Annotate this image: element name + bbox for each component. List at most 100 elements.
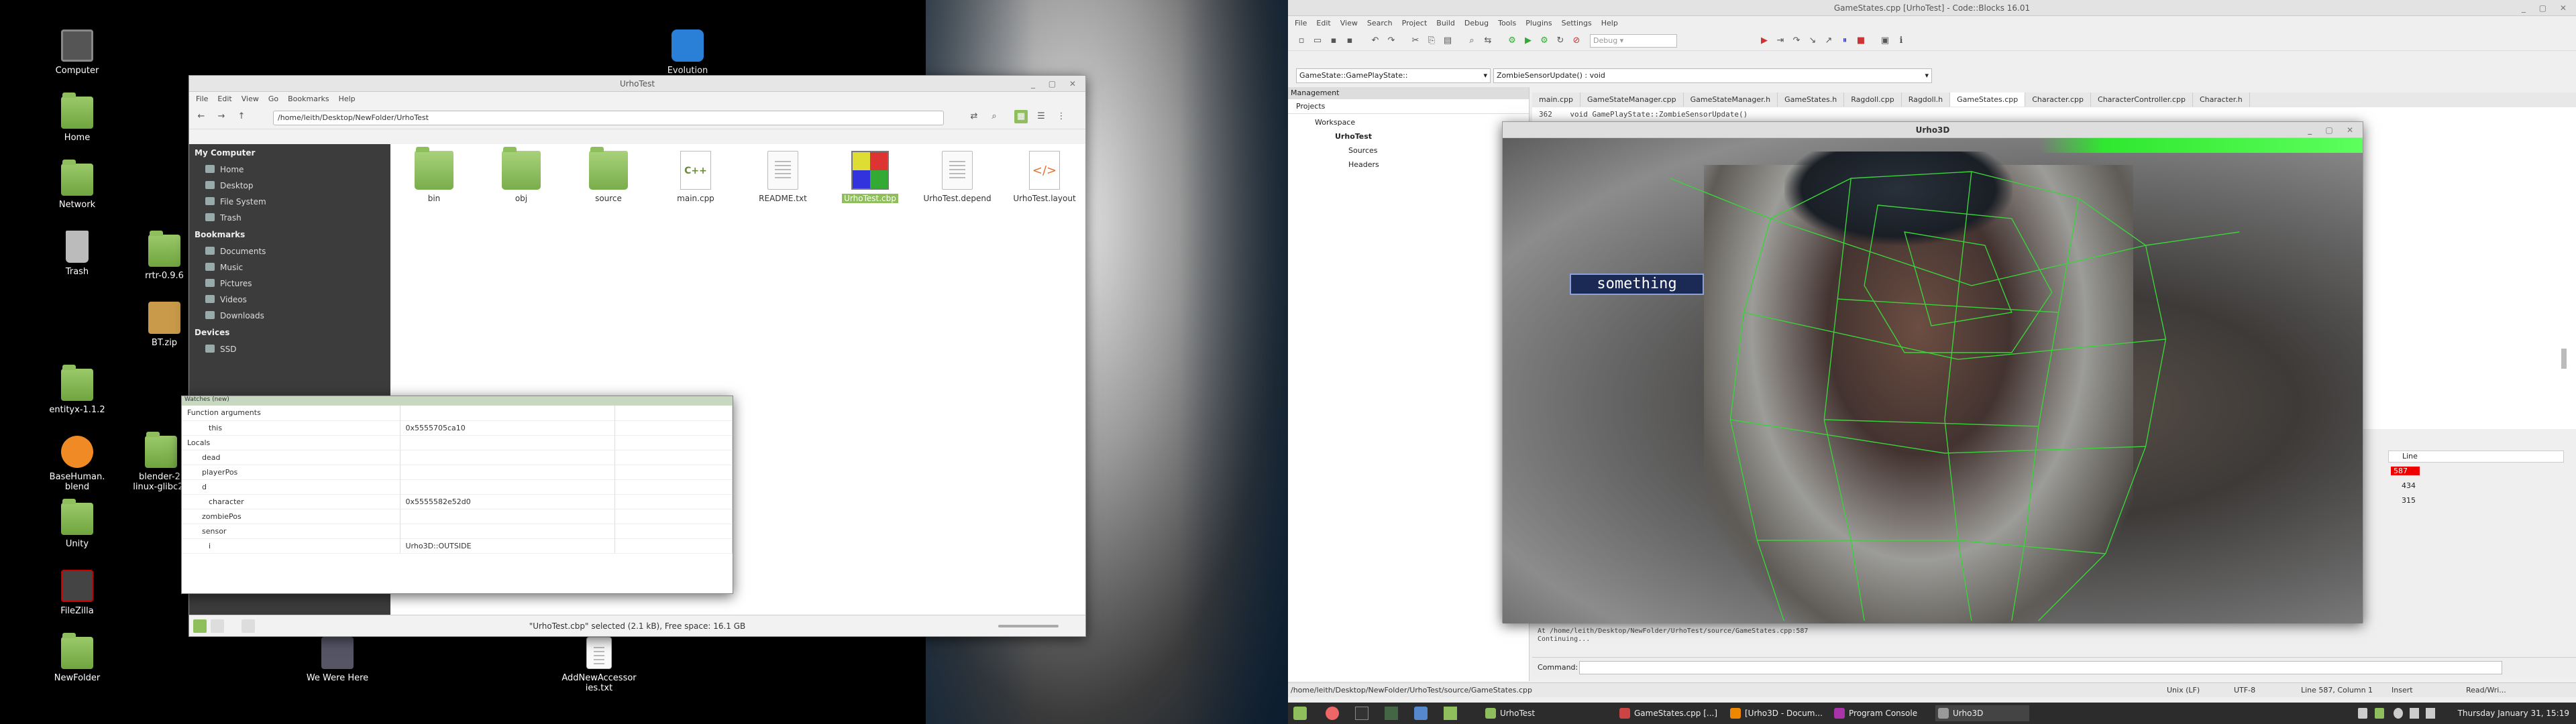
tree-headers[interactable]: Headers bbox=[1288, 155, 1529, 169]
paste-icon[interactable]: ▤ bbox=[1441, 34, 1454, 48]
copy-icon[interactable]: ⎘ bbox=[1425, 34, 1438, 48]
menu-help[interactable]: Help bbox=[339, 95, 356, 103]
task-urho3d[interactable]: Urho3D bbox=[1935, 705, 2029, 721]
editor-tab[interactable]: Character.cpp bbox=[2025, 93, 2092, 107]
menu-bookmarks[interactable]: Bookmarks bbox=[288, 95, 329, 103]
table-row[interactable]: this 0x5555705ca10 bbox=[182, 420, 733, 436]
network-icon[interactable] bbox=[2410, 708, 2419, 719]
tree-workspace[interactable]: Workspace bbox=[1288, 114, 1529, 127]
file-item-bin[interactable]: bin bbox=[394, 147, 474, 203]
desktop-icon-filezilla[interactable]: FileZilla bbox=[37, 570, 117, 616]
sidebar-item-trash[interactable]: Trash bbox=[189, 210, 390, 226]
game-viewport[interactable]: something bbox=[1503, 138, 2363, 623]
task-program-console[interactable]: Program Console bbox=[1831, 705, 1939, 721]
compact-view-icon[interactable]: ⋮ bbox=[1055, 110, 1068, 123]
menu-edit[interactable]: Edit bbox=[1316, 19, 1330, 27]
run-to-cursor-icon[interactable]: ⇥ bbox=[1774, 34, 1787, 48]
editor-tab[interactable]: main.cpp bbox=[1532, 93, 1580, 107]
show-treeview-icon[interactable] bbox=[211, 619, 224, 633]
menu-search[interactable]: Search bbox=[1367, 19, 1393, 27]
build-icon[interactable]: ⚙ bbox=[1505, 34, 1519, 48]
sidebar-item-filesystem[interactable]: File System bbox=[189, 194, 390, 210]
table-row[interactable]: 315 bbox=[2388, 495, 2564, 507]
terminal-icon[interactable] bbox=[1355, 707, 1368, 720]
forward-icon[interactable]: → bbox=[215, 110, 228, 123]
file-item-urhotest-layout[interactable]: </> UrhoTest.layout bbox=[1004, 151, 1085, 203]
sidebar-item-ssd[interactable]: SSD bbox=[189, 341, 390, 357]
menu-file[interactable]: File bbox=[1295, 19, 1307, 27]
editor-tab[interactable]: GameStateManager.h bbox=[1684, 93, 1778, 107]
list-view-icon[interactable]: ☰ bbox=[1034, 110, 1048, 123]
table-row[interactable]: zombiePos bbox=[182, 509, 733, 524]
settings-icon[interactable] bbox=[2394, 708, 2403, 719]
menu-icon[interactable] bbox=[1293, 707, 1307, 720]
menu-debug[interactable]: Debug bbox=[1464, 19, 1489, 27]
new-file-icon[interactable]: ▫ bbox=[1295, 34, 1308, 48]
up-icon[interactable]: ↑ bbox=[235, 110, 248, 123]
editor-tab[interactable]: Ragdoll.cpp bbox=[1844, 93, 1902, 107]
table-row[interactable]: 434 bbox=[2388, 480, 2564, 492]
zoom-slider[interactable] bbox=[998, 625, 1059, 627]
debug-windows-icon[interactable]: ▣ bbox=[1878, 34, 1892, 48]
location-field[interactable]: /home/leith/Desktop/NewFolder/UrhoTest bbox=[273, 111, 944, 125]
undo-icon[interactable]: ↶ bbox=[1368, 34, 1382, 48]
clock[interactable]: Thursday January 31, 15:19 bbox=[2458, 703, 2569, 724]
task-codeblocks[interactable]: GameStates.cpp [...] bbox=[1617, 705, 1724, 721]
sidebar-item-videos[interactable]: Videos bbox=[189, 292, 390, 308]
build-target-select[interactable]: Debug ▾ bbox=[1590, 34, 1677, 48]
sidebar-item-pictures[interactable]: Pictures bbox=[189, 276, 390, 292]
table-row[interactable]: 587 bbox=[2388, 465, 2564, 477]
tab-projects[interactable]: Projects bbox=[1288, 99, 1529, 114]
desktop-icon-entityx[interactable]: entityx-1.1.2 bbox=[37, 365, 117, 415]
desktop-icon-evolution[interactable]: Evolution bbox=[647, 29, 728, 76]
desktop-icon-network[interactable]: Network bbox=[37, 160, 117, 210]
file-item-urhotest-depend[interactable]: UrhoTest.depend bbox=[917, 151, 998, 203]
camera-icon[interactable] bbox=[1414, 707, 1428, 720]
desktop-icon-home[interactable]: Home bbox=[37, 93, 117, 143]
task-urho3d-docs[interactable]: [Urho3D - Docum... bbox=[1727, 705, 1835, 721]
table-row[interactable]: sensor bbox=[182, 524, 733, 539]
sidebar-section-devices[interactable]: Devices bbox=[189, 324, 390, 341]
window-controls[interactable]: _ ▢ ✕ bbox=[1031, 76, 1081, 92]
toggle-location-icon[interactable]: ⇄ bbox=[967, 110, 981, 123]
menu-project[interactable]: Project bbox=[1402, 19, 1428, 27]
desktop-icon-we-were-here[interactable]: We Were Here bbox=[297, 637, 378, 683]
watches-title[interactable]: Watches (new) bbox=[182, 396, 733, 406]
table-row[interactable]: dead bbox=[182, 450, 733, 465]
scope-select[interactable]: GameState::GamePlayState:: ▾ bbox=[1296, 68, 1491, 83]
menu-plugins[interactable]: Plugins bbox=[1525, 19, 1552, 27]
run-icon[interactable]: ▶ bbox=[1521, 34, 1535, 48]
show-places-icon[interactable] bbox=[193, 619, 207, 633]
rebuild-icon[interactable]: ↻ bbox=[1554, 34, 1567, 48]
monitor-icon[interactable] bbox=[1385, 707, 1398, 720]
sidebar-item-downloads[interactable]: Downloads bbox=[189, 308, 390, 324]
table-row[interactable]: character 0x5555582e52d0 bbox=[182, 494, 733, 509]
editor-tab[interactable]: CharacterController.cpp bbox=[2091, 93, 2193, 107]
cut-icon[interactable]: ✂ bbox=[1409, 34, 1422, 48]
file-item-main-cpp[interactable]: C++ main.cpp bbox=[655, 151, 736, 203]
tree-sources[interactable]: Sources bbox=[1288, 141, 1529, 155]
window-controls[interactable]: _ ▢ ✕ bbox=[2522, 0, 2572, 16]
desktop-icon-trash[interactable]: Trash bbox=[37, 231, 117, 277]
task-urhotest[interactable]: UrhoTest bbox=[1483, 705, 1576, 721]
sidebar-section-bookmarks[interactable]: Bookmarks bbox=[189, 226, 390, 243]
sidebar-item-desktop[interactable]: Desktop bbox=[189, 178, 390, 194]
build-run-icon[interactable]: ⚙ bbox=[1538, 34, 1551, 48]
file-item-urhotest-cbp[interactable]: UrhoTest.cbp bbox=[830, 151, 910, 203]
menu-file[interactable]: File bbox=[196, 95, 208, 103]
replace-icon[interactable]: ⇆ bbox=[1481, 34, 1495, 48]
editor-tab-active[interactable]: GameStates.cpp bbox=[1950, 93, 2026, 107]
firefox-icon[interactable] bbox=[1326, 707, 1339, 720]
editor-tab[interactable]: GameStateManager.cpp bbox=[1580, 93, 1684, 107]
tree-project[interactable]: UrhoTest bbox=[1288, 127, 1529, 141]
file-item-obj[interactable]: obj bbox=[481, 147, 561, 203]
file-item-readme[interactable]: README.txt bbox=[743, 151, 823, 203]
redo-icon[interactable]: ↷ bbox=[1385, 34, 1398, 48]
editor-tab[interactable]: GameStates.h bbox=[1778, 93, 1845, 107]
codeblocks-titlebar[interactable]: GameStates.cpp [UrhoTest] - Code::Blocks… bbox=[1288, 0, 2576, 16]
save-icon[interactable]: ▪ bbox=[1327, 34, 1340, 48]
sidebar-item-documents[interactable]: Documents bbox=[189, 243, 390, 259]
table-row[interactable]: d bbox=[182, 479, 733, 495]
menu-build[interactable]: Build bbox=[1436, 19, 1455, 27]
desktop-icon-basehuman[interactable]: BaseHuman. blend bbox=[37, 436, 117, 492]
